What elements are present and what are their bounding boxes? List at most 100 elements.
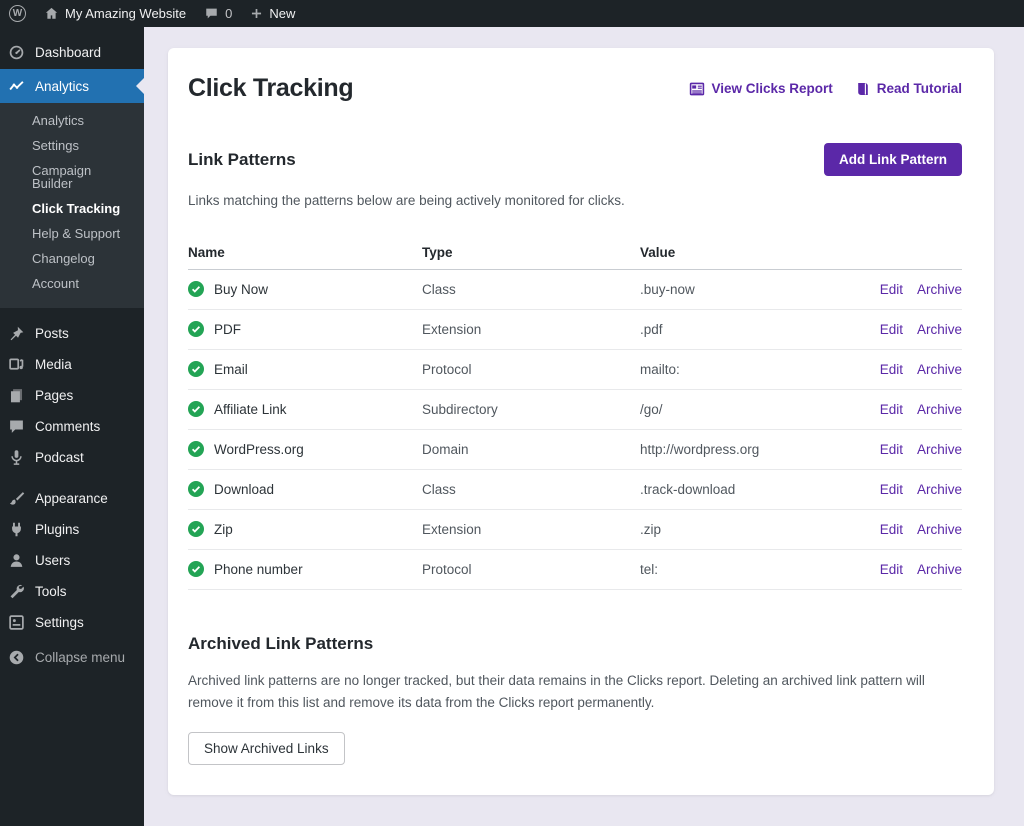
submenu-item-account[interactable]: Account bbox=[0, 271, 144, 296]
submenu-item-changelog[interactable]: Changelog bbox=[0, 246, 144, 271]
table-row: Affiliate Link Subdirectory /go/ Edit Arc… bbox=[188, 390, 962, 430]
pattern-type: Extension bbox=[422, 322, 640, 337]
active-check-icon bbox=[188, 281, 204, 297]
pattern-type: Extension bbox=[422, 522, 640, 537]
sidebar-item-label: Users bbox=[35, 553, 70, 568]
edit-link[interactable]: Edit bbox=[880, 522, 903, 537]
sidebar-item-label: Posts bbox=[35, 326, 69, 341]
table-row: Phone number Protocol tel: EditArchive bbox=[188, 550, 962, 590]
pattern-type: Subdirectory bbox=[422, 402, 640, 417]
admin-bar: W My Amazing Website 0 New bbox=[0, 0, 1024, 27]
analytics-icon bbox=[8, 78, 26, 95]
sidebar-item-podcast[interactable]: Podcast bbox=[0, 442, 144, 473]
table-row: Zip Extension .zip EditArchive bbox=[188, 510, 962, 550]
edit-link[interactable]: Edit bbox=[880, 562, 903, 577]
sidebar-item-users[interactable]: Users bbox=[0, 545, 144, 576]
pattern-value: /go/ bbox=[640, 402, 852, 417]
pattern-value: mailto: bbox=[640, 362, 852, 377]
sidebar: Dashboard Analytics Analytics Settings C… bbox=[0, 27, 144, 826]
sidebar-item-comments[interactable]: Comments bbox=[0, 411, 144, 442]
pattern-value: .track-download bbox=[640, 482, 852, 497]
analytics-submenu: Analytics Settings Campaign Builder Clic… bbox=[0, 103, 144, 308]
submenu-item-analytics[interactable]: Analytics bbox=[0, 108, 144, 133]
table-header: Name Type Value bbox=[188, 236, 962, 270]
pattern-name: Email bbox=[214, 362, 248, 377]
click-tracking-panel: Click Tracking View Clicks Report Read T… bbox=[168, 48, 994, 795]
home-icon bbox=[44, 6, 59, 21]
collapse-arrow-icon bbox=[8, 649, 26, 666]
sidebar-item-appearance[interactable]: Appearance bbox=[0, 483, 144, 514]
archive-link[interactable]: Archive bbox=[917, 362, 962, 377]
pattern-name: Download bbox=[214, 482, 274, 497]
sidebar-item-pages[interactable]: Pages bbox=[0, 380, 144, 411]
comment-bubble-icon bbox=[204, 6, 219, 21]
table-row: Download Class .track-download Edit Archi… bbox=[188, 470, 962, 510]
read-tutorial-link[interactable]: Read Tutorial bbox=[855, 81, 962, 97]
archive-link[interactable]: Archive bbox=[917, 522, 962, 537]
sidebar-item-posts[interactable]: Posts bbox=[0, 318, 144, 349]
submenu-item-settings[interactable]: Settings bbox=[0, 133, 144, 158]
pattern-value: .zip bbox=[640, 522, 852, 537]
archived-description: Archived link patterns are no longer tra… bbox=[188, 670, 962, 715]
pattern-name: Affiliate Link bbox=[214, 402, 287, 417]
sidebar-item-dashboard[interactable]: Dashboard bbox=[0, 35, 144, 69]
edit-link[interactable]: Edit bbox=[880, 322, 903, 337]
new-content-button[interactable]: New bbox=[241, 0, 304, 27]
sidebar-item-tools[interactable]: Tools bbox=[0, 576, 144, 607]
active-check-icon bbox=[188, 441, 204, 457]
sidebar-item-label: Analytics bbox=[35, 79, 89, 94]
sidebar-item-label: Podcast bbox=[35, 450, 84, 465]
table-row: Buy Now Class .buy-now EditArchive bbox=[188, 270, 962, 310]
submenu-item-help-support[interactable]: Help & Support bbox=[0, 221, 144, 246]
active-check-icon bbox=[188, 401, 204, 417]
submenu-item-campaign-builder[interactable]: Campaign Builder bbox=[0, 158, 144, 196]
comments-icon bbox=[8, 418, 26, 435]
edit-link[interactable]: Edit bbox=[880, 362, 903, 377]
active-check-icon bbox=[188, 521, 204, 537]
collapse-menu-button[interactable]: Collapse menu bbox=[0, 642, 144, 673]
active-check-icon bbox=[188, 361, 204, 377]
table-row: Email Protocol mailto: EditArchive bbox=[188, 350, 962, 390]
pattern-type: Domain bbox=[422, 442, 640, 457]
wordpress-logo[interactable]: W bbox=[0, 0, 35, 27]
comments-bubble[interactable]: 0 bbox=[195, 0, 241, 27]
site-name-link[interactable]: My Amazing Website bbox=[35, 0, 195, 27]
archive-link[interactable]: Archive bbox=[917, 402, 962, 417]
link-patterns-description: Links matching the patterns below are be… bbox=[188, 191, 962, 212]
sidebar-item-label: Media bbox=[35, 357, 72, 372]
view-clicks-report-link[interactable]: View Clicks Report bbox=[689, 81, 832, 97]
edit-link[interactable]: Edit bbox=[880, 282, 903, 297]
wrench-icon bbox=[8, 583, 26, 600]
pages-icon bbox=[8, 387, 26, 404]
new-label: New bbox=[269, 6, 295, 21]
pattern-type: Class bbox=[422, 482, 640, 497]
settings-icon bbox=[8, 614, 26, 631]
user-icon bbox=[8, 552, 26, 569]
sidebar-item-analytics[interactable]: Analytics bbox=[0, 69, 144, 103]
sidebar-item-plugins[interactable]: Plugins bbox=[0, 514, 144, 545]
archive-link[interactable]: Archive bbox=[917, 442, 962, 457]
sidebar-item-media[interactable]: Media bbox=[0, 349, 144, 380]
archived-link-patterns-heading: Archived Link Patterns bbox=[188, 634, 962, 654]
pattern-value: tel: bbox=[640, 562, 852, 577]
pattern-value: .pdf bbox=[640, 322, 852, 337]
pattern-name: WordPress.org bbox=[214, 442, 304, 457]
show-archived-links-button[interactable]: Show Archived Links bbox=[188, 732, 345, 765]
pattern-value: http://wordpress.org bbox=[640, 442, 852, 457]
submenu-item-click-tracking[interactable]: Click Tracking bbox=[0, 196, 144, 221]
add-link-pattern-button[interactable]: Add Link Pattern bbox=[824, 143, 962, 176]
column-header-value: Value bbox=[640, 245, 852, 260]
archive-link[interactable]: Archive bbox=[917, 322, 962, 337]
column-header-name: Name bbox=[188, 245, 422, 260]
sidebar-item-label: Plugins bbox=[35, 522, 79, 537]
archive-link[interactable]: Archive bbox=[917, 282, 962, 297]
sidebar-item-label: Comments bbox=[35, 419, 100, 434]
wordpress-logo-icon: W bbox=[9, 5, 26, 22]
archive-link[interactable]: Archive bbox=[917, 562, 962, 577]
archive-link[interactable]: Archive bbox=[917, 482, 962, 497]
pattern-name: PDF bbox=[214, 322, 241, 337]
sidebar-item-settings[interactable]: Settings bbox=[0, 607, 144, 638]
edit-link[interactable]: Edit bbox=[880, 482, 903, 497]
edit-link[interactable]: Edit bbox=[880, 402, 903, 417]
edit-link[interactable]: Edit bbox=[880, 442, 903, 457]
